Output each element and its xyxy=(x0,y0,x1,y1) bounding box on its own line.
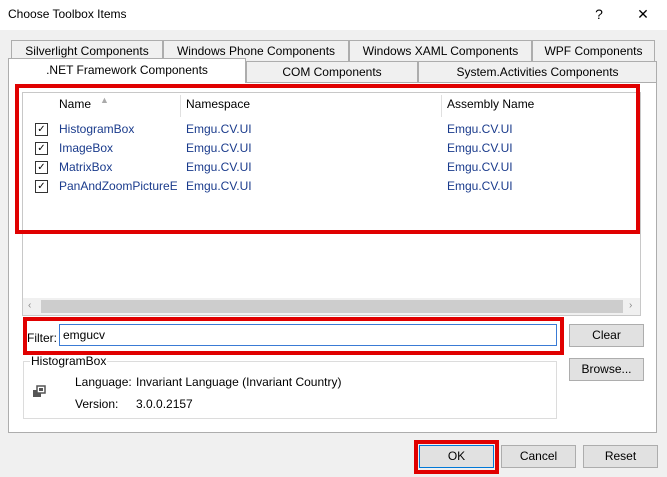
close-button[interactable]: ✕ xyxy=(629,4,657,24)
tab-net-framework[interactable]: .NET Framework Components xyxy=(8,58,246,83)
highlight-grid xyxy=(15,84,640,234)
clear-button[interactable]: Clear xyxy=(569,324,644,347)
browse-button[interactable]: Browse... xyxy=(569,358,644,381)
scrollbar-thumb[interactable] xyxy=(41,300,623,313)
component-icon xyxy=(31,383,47,399)
version-value: 3.0.0.2157 xyxy=(136,397,193,411)
language-label: Language: xyxy=(75,375,132,389)
tab-windows-xaml[interactable]: Windows XAML Components xyxy=(349,40,532,61)
reset-button[interactable]: Reset xyxy=(583,445,658,468)
highlight-ok xyxy=(414,440,499,474)
scroll-right-icon[interactable]: › xyxy=(629,300,632,311)
tab-com[interactable]: COM Components xyxy=(246,61,418,82)
language-value: Invariant Language (Invariant Country) xyxy=(136,375,342,389)
window-title: Choose Toolbox Items xyxy=(8,7,127,21)
version-label: Version: xyxy=(75,397,119,411)
tab-system-activities[interactable]: System.Activities Components xyxy=(418,61,657,82)
title-bar: Choose Toolbox Items ? ✕ xyxy=(0,0,667,30)
cancel-button[interactable]: Cancel xyxy=(501,445,576,468)
highlight-filter xyxy=(23,317,564,355)
help-button[interactable]: ? xyxy=(585,4,613,24)
scroll-left-icon[interactable]: ‹ xyxy=(28,300,31,311)
horizontal-scrollbar[interactable]: ‹ › xyxy=(23,298,640,315)
details-title: HistogramBox xyxy=(30,354,108,368)
tab-wpf[interactable]: WPF Components xyxy=(532,40,655,61)
